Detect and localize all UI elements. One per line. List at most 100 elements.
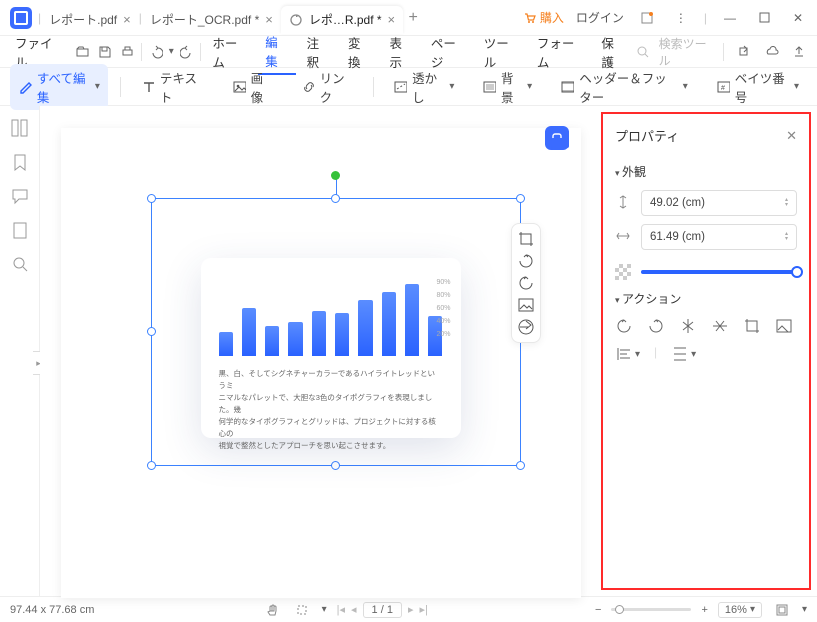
slider-knob[interactable] [791,266,803,278]
flip-horizontal-icon[interactable] [711,317,729,335]
watermark-button[interactable]: 透かし ▾ [385,64,462,110]
bar [265,326,279,356]
open-icon[interactable] [73,42,92,62]
last-page-icon[interactable]: ▸| [419,603,427,616]
prev-page-icon[interactable]: ◂ [351,603,357,616]
spinner[interactable]: ▴▾ [785,198,788,208]
distribute-button[interactable]: ▾ [671,345,696,363]
close-icon[interactable]: ✕ [786,128,797,144]
comment-icon[interactable] [10,186,30,206]
zoom-in-button[interactable]: + [701,604,707,616]
search-icon [636,45,649,59]
sidebar: ▸ [0,106,40,596]
rotate-ccw-icon[interactable] [615,317,633,335]
chevron-down-icon[interactable]: ▾ [169,46,174,57]
zoom-knob[interactable] [615,605,624,614]
link-icon [301,79,315,95]
rotate-cw-icon[interactable] [517,252,535,270]
image-label: 画像 [251,68,273,106]
background-button[interactable]: 背景 ▾ [474,64,540,110]
resize-handle[interactable] [516,461,525,470]
chevron-down-icon: ▾ [95,81,100,92]
close-icon[interactable]: × [265,12,273,27]
header-footer-button[interactable]: ヘッダー＆フッター ▾ [552,64,696,110]
zoom-slider[interactable] [611,608,691,611]
height-input[interactable]: 49.02 (cm) ▴▾ [641,190,797,216]
first-page-icon[interactable]: |◂ [337,603,345,616]
divider [373,77,374,97]
image-icon [232,79,246,95]
notification-icon[interactable] [636,7,658,29]
search-icon[interactable] [10,254,30,274]
zoom-select[interactable]: 16% ▾ [718,602,762,618]
resize-handle[interactable] [147,461,156,470]
close-icon[interactable]: × [123,12,131,27]
maximize-button[interactable] [753,7,775,29]
chevron-down-icon[interactable]: ▾ [802,604,807,615]
watermark-label: 透かし [412,68,444,106]
minimize-button[interactable]: — [719,7,741,29]
resize-handle[interactable] [331,194,340,203]
chevron-down-icon[interactable]: ▾ [322,604,327,615]
fit-icon[interactable] [772,600,792,620]
spinner[interactable]: ▴▾ [785,232,788,242]
rotate-cw-icon[interactable] [647,317,665,335]
chevron-down-icon: ▾ [449,81,454,92]
opacity-slider[interactable] [641,270,797,274]
share-icon[interactable] [734,42,752,62]
height-icon [615,194,633,213]
buy-label: 購入 [540,9,564,26]
resize-handle[interactable] [516,194,525,203]
section-appearance[interactable]: 外観 [615,163,797,180]
crop-icon[interactable] [743,317,761,335]
buy-link[interactable]: 購入 [523,9,564,26]
resize-handle[interactable] [147,194,156,203]
select-tool-icon[interactable] [292,600,312,620]
redo-icon[interactable] [178,42,197,62]
replace-image-icon[interactable] [517,296,535,314]
status-bar: 97.44 x 77.68 cm ▾ |◂ ◂ 1 / 1 ▸ ▸| − + 1… [0,596,817,622]
extract-icon[interactable] [517,318,535,336]
attachment-icon[interactable] [10,220,30,240]
rotation-handle[interactable] [331,171,340,180]
undo-icon[interactable] [146,42,165,62]
zoom-out-button[interactable]: − [595,604,601,616]
hand-tool-icon[interactable] [262,600,282,620]
crop-icon[interactable] [517,230,535,248]
rotate-ccw-icon[interactable] [517,274,535,292]
save-icon[interactable] [96,42,115,62]
bar [382,292,396,356]
status-dimensions: 97.44 x 77.68 cm [10,604,94,616]
replace-image-icon[interactable] [775,317,793,335]
close-icon[interactable]: × [388,12,396,27]
app-icon [10,7,32,29]
edit-toolbar: すべて編集 ▾ テキスト 画像 リンク 透かし ▾ 背景 ▾ ヘッダー＆フッター… [0,68,817,106]
image-button[interactable]: 画像 [224,64,281,110]
resize-handle[interactable] [147,327,156,336]
page-input[interactable]: 1 / 1 [363,602,402,618]
canvas[interactable]: 90%80%60%40%20% 黒、白、そしてシグネチャーカラーであるハイライト… [40,106,601,596]
close-button[interactable]: ✕ [787,7,809,29]
bookmark-icon[interactable] [10,152,30,172]
edit-all-button[interactable]: すべて編集 ▾ [10,64,108,110]
align-button[interactable]: ▾ [615,345,640,363]
cloud-icon[interactable] [763,42,781,62]
export-icon[interactable] [791,42,809,62]
tab-label: レポ…R.pdf * [309,11,382,28]
login-link[interactable]: ログイン [576,9,624,26]
text-button[interactable]: テキスト [133,64,212,110]
next-page-icon[interactable]: ▸ [408,603,414,616]
link-button[interactable]: リンク [293,64,361,110]
thumbnails-icon[interactable] [10,118,30,138]
width-input[interactable]: 61.49 (cm) ▴▾ [641,224,797,250]
section-actions[interactable]: アクション [615,290,797,307]
more-icon[interactable]: ⋮ [670,7,692,29]
cart-icon [523,11,537,25]
print-icon[interactable] [118,42,137,62]
add-tab-button[interactable]: + [403,9,423,27]
resize-handle[interactable] [331,461,340,470]
flip-vertical-icon[interactable] [679,317,697,335]
bates-button[interactable]: # ベイツ番号 ▾ [708,64,807,110]
bar [312,311,326,356]
divider [120,77,121,97]
